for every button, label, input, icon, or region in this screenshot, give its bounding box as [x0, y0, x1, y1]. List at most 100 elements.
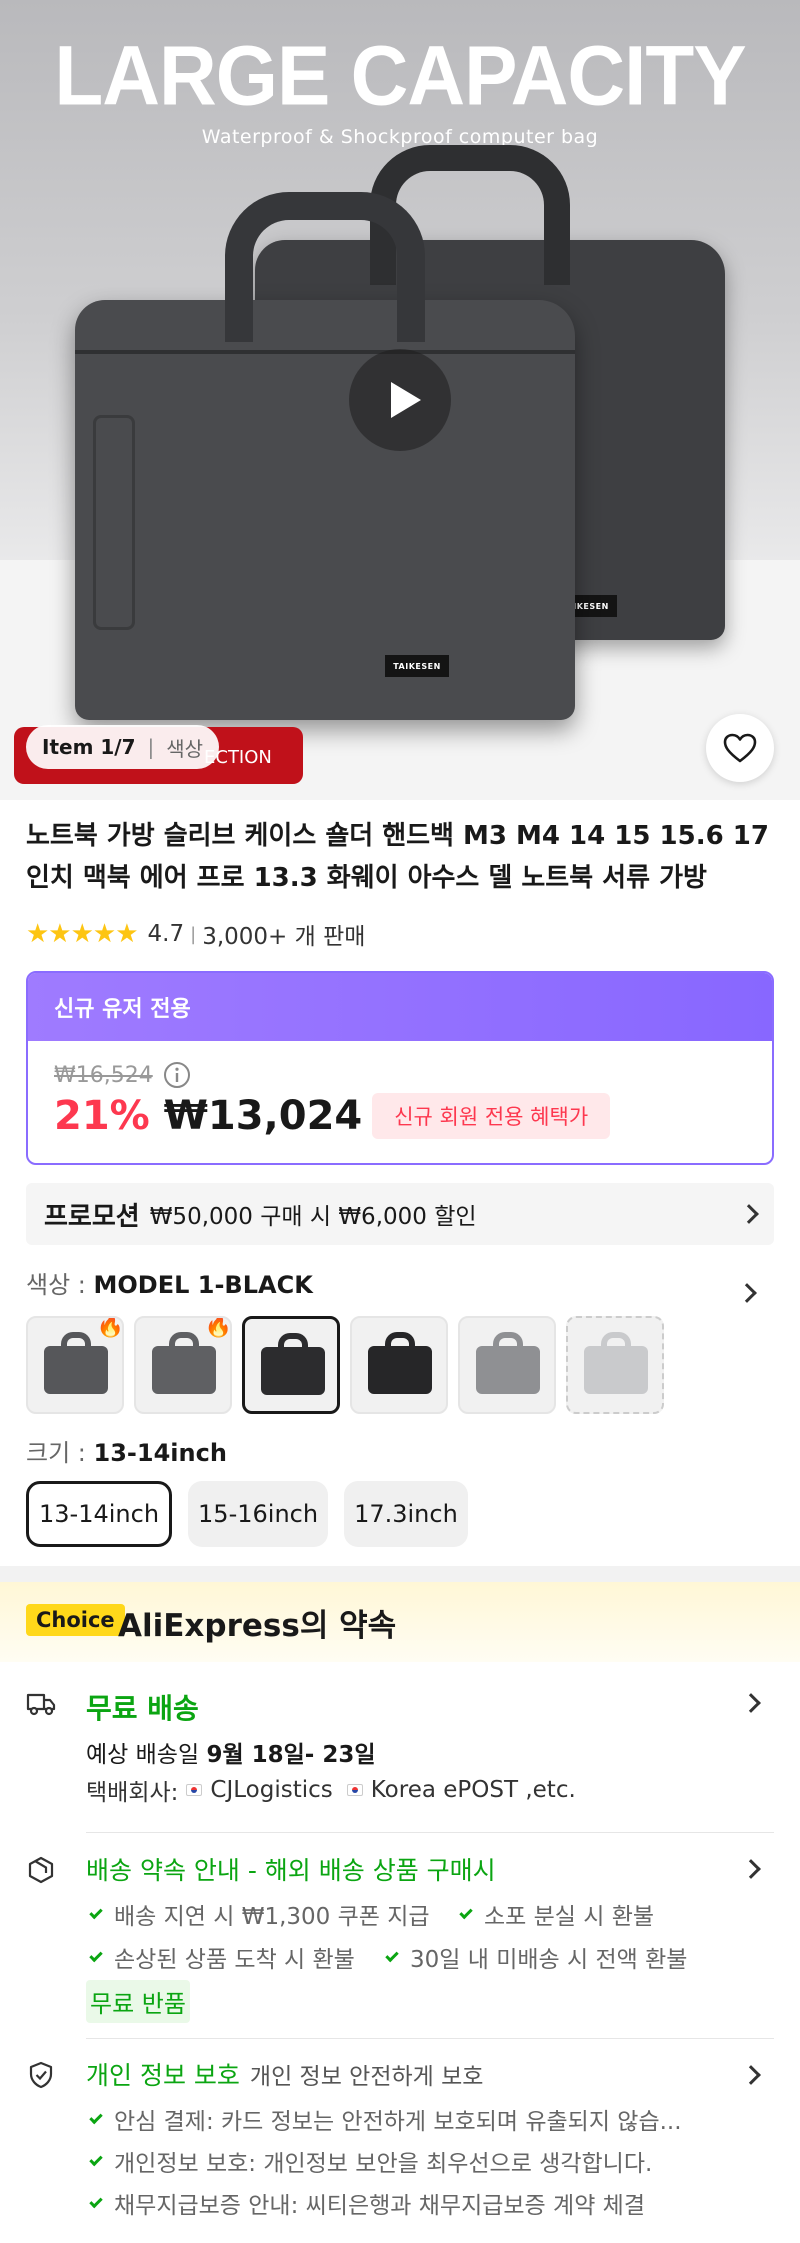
shipping-estimate: 예상 배송일 9월 18일- 23일: [86, 1735, 376, 1769]
promotion-bar[interactable]: 프로모션 ₩50,000 구매 시 ₩6,000 할인: [26, 1183, 774, 1245]
divider: [86, 1832, 774, 1833]
choice-promise-header: Choice AliExpress의 약속: [0, 1582, 800, 1662]
sale-price-row: 21% ₩13,024 신규 회원 전용 혜택가: [54, 1093, 611, 1139]
size-option-list: 13-14inch 15-16inch 17.3inch: [26, 1481, 468, 1547]
rating-separator: |: [190, 923, 197, 945]
wishlist-button[interactable]: [706, 714, 774, 782]
color-swatch[interactable]: [458, 1316, 556, 1414]
check-icon: [89, 2110, 103, 2124]
bag-brand-label: TAIKESEN: [385, 655, 449, 677]
bag-pocket: [93, 415, 135, 630]
selected-color: MODEL 1-BLACK: [93, 1271, 313, 1299]
delivery-promise-title: 배송 약속 안내 - 해외 배송 상품 구매시: [86, 1856, 496, 1885]
check-icon: [89, 2152, 103, 2166]
video-play-button[interactable]: [349, 349, 451, 451]
color-swatch[interactable]: [566, 1316, 664, 1414]
check-icon: [89, 1948, 103, 1962]
discount-percent: 21%: [54, 1093, 150, 1139]
image-counter: Item 1/7 | 색상: [26, 725, 220, 769]
color-swatch[interactable]: 🔥: [134, 1316, 232, 1414]
privacy-item: 채무지급보증 안내: 씨티은행과 채무지급보증 계약 체결: [86, 2186, 645, 2220]
choice-badge: Choice: [26, 1604, 125, 1636]
check-icon: [89, 1905, 103, 1919]
carrier-epost: Korea ePOST ,etc.: [370, 1777, 576, 1803]
original-price: ₩16,524: [54, 1062, 153, 1088]
bag-zip: [75, 350, 575, 354]
rating-value: 4.7: [147, 921, 185, 947]
new-user-price-card: 신규 유저 전용 ₩16,524 21% ₩13,024 신규 회원 전용 혜택…: [26, 971, 774, 1165]
image-counter-separator: |: [147, 735, 155, 759]
carrier-label: 택배회사:: [86, 1780, 179, 1806]
hot-fire-icon: 🔥: [96, 1316, 124, 1339]
new-member-price-tag: 신규 회원 전용 혜택가: [372, 1093, 611, 1139]
check-icon: [89, 2194, 103, 2208]
product-title: 노트북 가방 슬리브 케이스 숄더 핸드백 M3 M4 14 15 15.6 1…: [26, 821, 769, 893]
privacy-subtitle: 개인 정보 안전하게 보호: [249, 2064, 484, 2090]
size-label-prefix: 크기 :: [26, 1439, 94, 1467]
choice-title: AliExpress의 약속: [118, 1608, 397, 1644]
delivery-promise-item: 손상된 상품 도착 시 환불: [86, 1940, 355, 1974]
info-icon[interactable]: [163, 1061, 191, 1089]
privacy-title: 개인 정보 보호: [86, 2061, 240, 2090]
carrier-cj: CJLogistics: [210, 1777, 333, 1803]
free-return-badge: 무료 반품: [86, 1980, 190, 2023]
privacy-item-text: 안심 결제: 카드 정보는 안전하게 보호되며 유출되지 않습...: [114, 2109, 682, 2135]
swatch-bag-thumbnail: [152, 1346, 216, 1394]
star-rating-icons: ★★★★★: [26, 919, 139, 949]
color-label: 색상 : MODEL 1-BLACK: [26, 1265, 313, 1300]
divider: [86, 2038, 774, 2039]
product-image-carousel[interactable]: LARGE CAPACITY Waterproof & Shockproof c…: [0, 0, 800, 800]
privacy-header: 개인 정보 보호 개인 정보 안전하게 보호: [86, 2056, 483, 2092]
swatch-bag-thumbnail: [44, 1346, 108, 1394]
rating-row[interactable]: ★★★★★ 4.7 | 3,000+ 개 판매: [26, 917, 365, 951]
color-swatch[interactable]: [242, 1316, 340, 1414]
swatch-bag-thumbnail: [368, 1346, 432, 1394]
shipping-estimate-dates: 9월 18일- 23일: [206, 1742, 376, 1768]
hero-subtitle: Waterproof & Shockproof computer bag: [201, 126, 599, 148]
color-swatch[interactable]: 🔥: [26, 1316, 124, 1414]
check-icon: [385, 1948, 399, 1962]
sold-count: 3,000+ 개 판매: [202, 924, 366, 950]
delivery-promise-item-text: 30일 내 미배송 시 전액 환불: [410, 1947, 688, 1973]
chevron-right-icon: [739, 1204, 759, 1224]
chevron-right-icon[interactable]: [741, 1693, 761, 1713]
chevron-right-icon[interactable]: [741, 2065, 761, 2085]
privacy-item: 안심 결제: 카드 정보는 안전하게 보호되며 유출되지 않습...: [86, 2102, 682, 2136]
bag-handle: [225, 192, 425, 342]
heart-icon: [723, 733, 757, 763]
bag-image-front: TAIKESEN: [75, 192, 575, 720]
chevron-right-icon[interactable]: [737, 1283, 757, 1303]
color-label-prefix: 색상 :: [26, 1271, 94, 1299]
color-swatch[interactable]: [350, 1316, 448, 1414]
privacy-item-text: 개인정보 보호: 개인정보 보안을 최우선으로 생각합니다.: [114, 2151, 653, 2177]
new-user-banner: 신규 유저 전용: [28, 973, 772, 1041]
delivery-promise-item-text: 손상된 상품 도착 시 환불: [114, 1947, 355, 1973]
hot-fire-icon: 🔥: [204, 1316, 232, 1339]
original-price-row: ₩16,524: [54, 1061, 191, 1089]
size-option[interactable]: 15-16inch: [188, 1481, 329, 1547]
shipping-estimate-prefix: 예상 배송일: [86, 1742, 207, 1768]
promotion-label: 프로모션: [44, 1201, 140, 1232]
size-option[interactable]: 17.3inch: [344, 1481, 468, 1547]
privacy-item: 개인정보 보호: 개인정보 보안을 최우선으로 생각합니다.: [86, 2144, 652, 2178]
delivery-promise-item-text: 배송 지연 시 ₩1,300 쿠폰 지급: [114, 1904, 430, 1930]
swatch-bag-thumbnail: [476, 1346, 540, 1394]
package-icon: [28, 1856, 54, 1884]
korea-flag-icon: [186, 1784, 203, 1796]
sale-price: ₩13,024: [163, 1093, 363, 1139]
promotion-text: ₩50,000 구매 시 ₩6,000 할인: [149, 1204, 477, 1230]
chevron-right-icon[interactable]: [741, 1859, 761, 1879]
check-icon: [459, 1905, 473, 1919]
truck-icon: [26, 1693, 56, 1716]
size-option[interactable]: 13-14inch: [26, 1481, 173, 1547]
image-counter-value: Item 1/7: [42, 735, 136, 759]
image-counter-label: 색상: [166, 736, 204, 761]
delivery-promise-item-text: 소포 분실 시 환불: [484, 1904, 655, 1930]
swatch-bag-thumbnail: [261, 1347, 325, 1395]
shipping-carriers: 택배회사: CJLogistics Korea ePOST ,etc.: [86, 1773, 576, 1807]
privacy-item-text: 채무지급보증 안내: 씨티은행과 채무지급보증 계약 체결: [114, 2193, 645, 2219]
size-label: 크기 : 13-14inch: [26, 1433, 227, 1468]
delivery-promise-item: 소포 분실 시 환불: [456, 1897, 654, 1931]
section-divider: [0, 1566, 800, 1582]
korea-flag-icon: [346, 1784, 363, 1796]
